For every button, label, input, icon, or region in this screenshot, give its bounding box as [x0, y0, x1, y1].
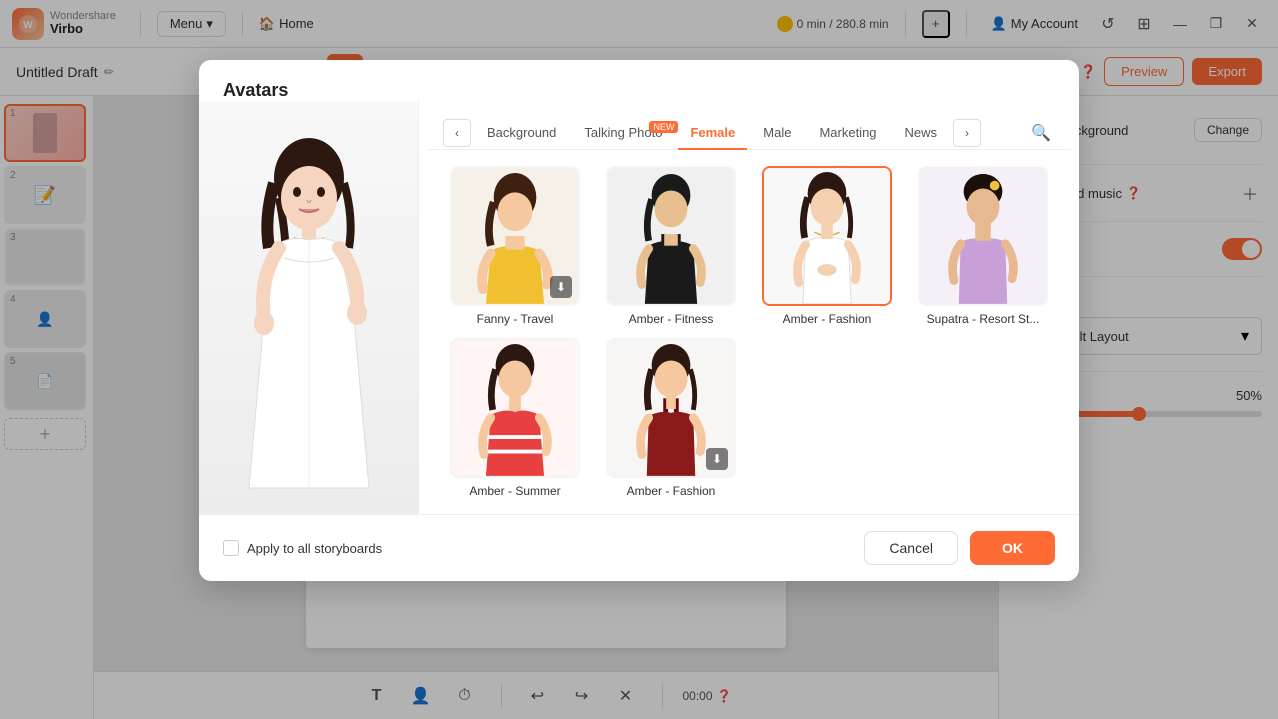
- avatar-img-amber-fashion: [762, 166, 892, 306]
- tab-search-icon[interactable]: 🔍: [1027, 119, 1055, 147]
- tab-talking-photo[interactable]: Talking Photo NEW: [572, 117, 674, 150]
- avatar-card-amber-fashion-2[interactable]: ⬇ Amber - Fashion: [599, 338, 743, 498]
- avatar-name-amber-fitness: Amber - Fitness: [629, 312, 714, 326]
- modal-overlay: Avatars: [0, 0, 1278, 719]
- avatar-grid: ⬇ Fanny - Travel: [427, 150, 1071, 514]
- footer-buttons: Cancel OK: [864, 531, 1055, 565]
- modal-body: ‹ Background Talking Photo NEW Female Ma…: [199, 101, 1079, 514]
- tabs-row: ‹ Background Talking Photo NEW Female Ma…: [427, 101, 1071, 150]
- avatar-name-amber-summer: Amber - Summer: [469, 484, 560, 498]
- avatar-download-amber-fashion-2[interactable]: ⬇: [706, 448, 728, 470]
- new-badge-tag: NEW: [649, 121, 678, 133]
- avatar-img-amber-fashion-2: ⬇: [606, 338, 736, 478]
- avatar-img-amber-summer: [450, 338, 580, 478]
- avatar-img-supatra-resort: [918, 166, 1048, 306]
- tab-prev-arrow[interactable]: ‹: [443, 119, 471, 147]
- avatar-amber-fitness-svg: [608, 166, 734, 306]
- tab-news[interactable]: News: [893, 117, 950, 150]
- avatar-card-amber-summer[interactable]: Amber - Summer: [443, 338, 587, 498]
- avatar-amber-fashion-svg: [764, 166, 890, 306]
- tab-background[interactable]: Background: [475, 117, 568, 150]
- avatar-card-amber-fitness[interactable]: Amber - Fitness: [599, 166, 743, 326]
- modal-header: Avatars: [199, 60, 1079, 101]
- avatar-supatra-resort-svg: [920, 166, 1046, 306]
- avatar-name-supatra-resort: Supatra - Resort St...: [927, 312, 1040, 326]
- apply-all-label[interactable]: Apply to all storyboards: [223, 540, 382, 556]
- avatar-amber-summer-svg: [452, 338, 578, 478]
- avatar-card-supatra-resort[interactable]: Supatra - Resort St...: [911, 166, 1055, 326]
- ok-button[interactable]: OK: [970, 531, 1055, 565]
- preview-avatar-svg: [209, 118, 409, 498]
- modal-title: Avatars: [223, 80, 1055, 101]
- tab-marketing[interactable]: Marketing: [807, 117, 888, 150]
- avatar-card-fanny-travel[interactable]: ⬇ Fanny - Travel: [443, 166, 587, 326]
- modal-footer: Apply to all storyboards Cancel OK: [199, 514, 1079, 581]
- apply-all-text: Apply to all storyboards: [247, 541, 382, 556]
- apply-all-checkbox[interactable]: [223, 540, 239, 556]
- avatar-name-fanny-travel: Fanny - Travel: [477, 312, 554, 326]
- avatar-name-amber-fashion: Amber - Fashion: [783, 312, 872, 326]
- tab-female[interactable]: Female: [678, 117, 747, 150]
- avatar-preview: [199, 101, 419, 514]
- tab-male[interactable]: Male: [751, 117, 803, 150]
- avatar-card-amber-fashion[interactable]: Amber - Fashion: [755, 166, 899, 326]
- avatar-img-fanny-travel: ⬇: [450, 166, 580, 306]
- avatar-name-amber-fashion-2: Amber - Fashion: [627, 484, 716, 498]
- avatar-download-fanny[interactable]: ⬇: [550, 276, 572, 298]
- modal-right: ‹ Background Talking Photo NEW Female Ma…: [419, 101, 1079, 514]
- avatar-img-amber-fitness: [606, 166, 736, 306]
- avatars-modal: Avatars: [199, 60, 1079, 581]
- tab-next-arrow[interactable]: ›: [953, 119, 981, 147]
- cancel-button[interactable]: Cancel: [864, 531, 958, 565]
